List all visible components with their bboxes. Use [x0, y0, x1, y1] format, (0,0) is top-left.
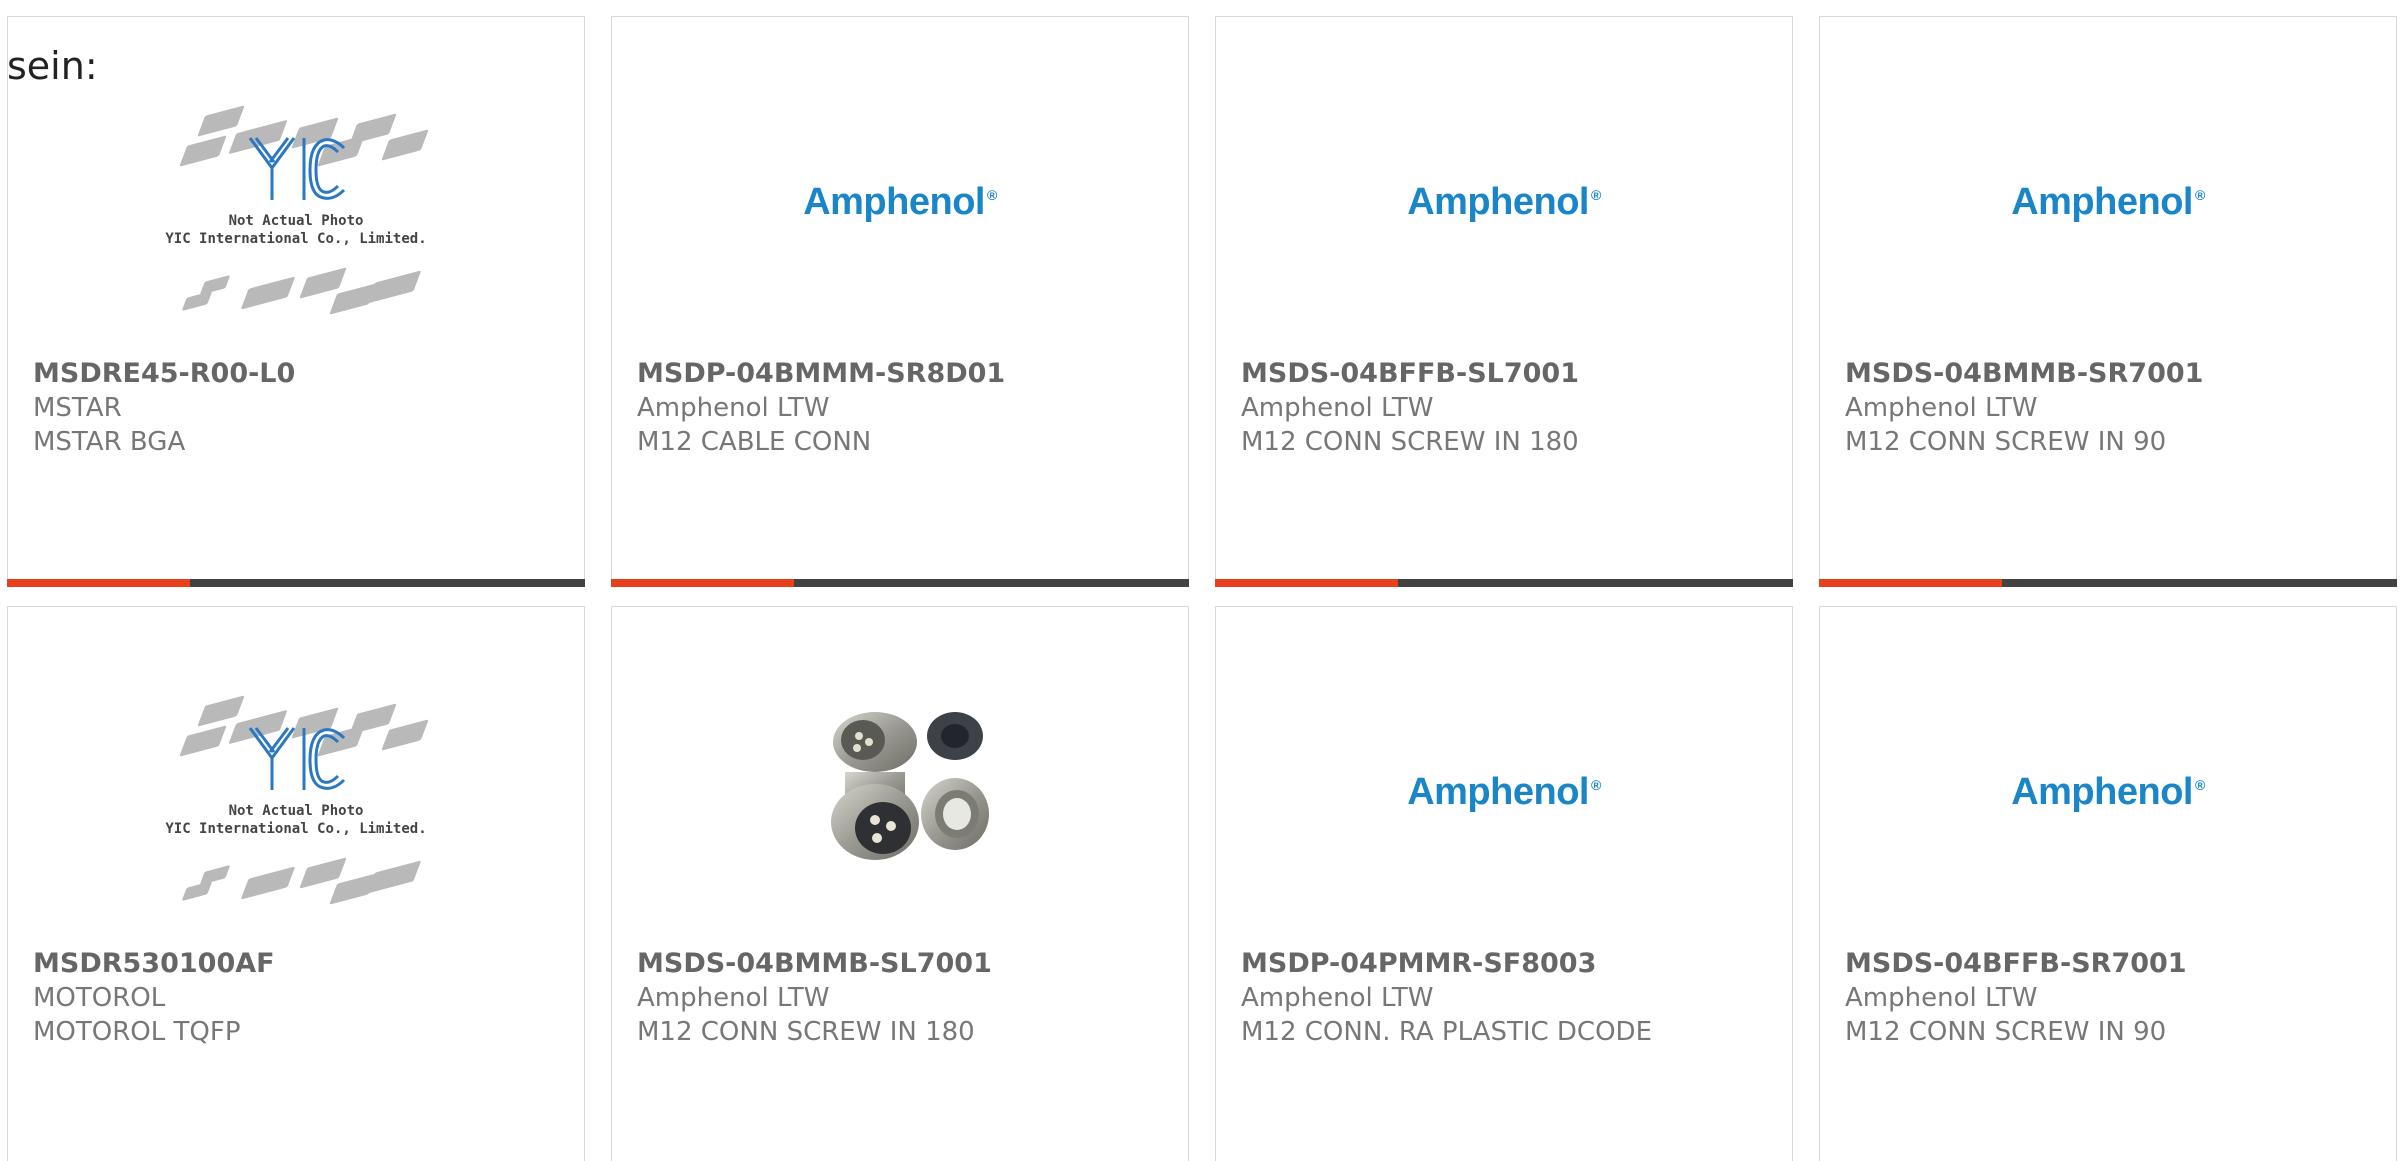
connector-photo	[831, 712, 989, 860]
intro-text: sein:	[7, 44, 98, 88]
part-number[interactable]: MSDS-04BMMB-SR7001	[1845, 357, 2376, 391]
product-image[interactable]: Not Actual Photo YIC International Co., …	[8, 47, 584, 357]
manufacturer: MSTAR	[33, 393, 122, 423]
yic-caption-line1: Not Actual Photo	[228, 803, 364, 819]
manufacturer: Amphenol LTW	[1845, 983, 2038, 1013]
product-image[interactable]: Amphenol ®	[1216, 637, 1792, 947]
product-image[interactable]: Not Actual Photo YIC International Co., …	[8, 637, 584, 947]
product-card[interactable]: Amphenol ® MSDP-04PMMR-SF8003 Amphenol LT…	[1215, 606, 1793, 1161]
product-image[interactable]: Amphenol ®	[1820, 47, 2396, 357]
yic-caption-line2: YIC International Co., Limited.	[165, 231, 427, 247]
description: M12 CONN. RA PLASTIC DCODE	[1241, 1017, 1652, 1047]
card-footer-bar	[611, 579, 1189, 587]
part-number[interactable]: MSDP-04PMMR-SF8003	[1241, 947, 1772, 981]
part-number[interactable]: MSDS-04BMMB-SL7001	[637, 947, 1168, 981]
card-footer-bar	[1819, 579, 2397, 587]
manufacturer: MOTOROL	[33, 983, 166, 1013]
amphenol-logo: Amphenol ®	[1407, 770, 1601, 813]
card-footer-bar	[1215, 579, 1793, 587]
description: MOTOROL TQFP	[33, 1017, 241, 1047]
description: M12 CONN SCREW IN 90	[1845, 1017, 2167, 1047]
description: MSTAR BGA	[33, 427, 186, 457]
description: M12 CONN SCREW IN 90	[1845, 427, 2167, 457]
part-number[interactable]: MSDR530100AF	[33, 947, 564, 981]
product-card[interactable]: Amphenol ® MSDP-04BMMM-SR8D01 Amphenol LT…	[611, 16, 1189, 587]
amphenol-logo: Amphenol ®	[803, 180, 997, 223]
manufacturer: Amphenol LTW	[637, 393, 830, 423]
product-image[interactable]: Amphenol ®	[612, 47, 1188, 357]
product-card[interactable]: Amphenol ® MSDS-04BFFB-SL7001 Amphenol LT…	[1215, 16, 1793, 587]
amphenol-logo: Amphenol ®	[2011, 180, 2205, 223]
yic-logo-icon	[248, 727, 346, 790]
description: M12 CABLE CONN	[637, 427, 872, 457]
product-card[interactable]: Amphenol ® MSDS-04BFFB-SR7001 Amphenol LT…	[1819, 606, 2397, 1161]
yic-logo-icon	[248, 137, 346, 200]
manufacturer: Amphenol LTW	[637, 983, 830, 1013]
product-card[interactable]: MSDS-04BMMB-SL7001 Amphenol LTW M12 CONN…	[611, 606, 1189, 1161]
product-image[interactable]: Amphenol ®	[1820, 637, 2396, 947]
amphenol-logo: Amphenol ®	[2011, 770, 2205, 813]
yic-placeholder-image: Not Actual Photo YIC International Co., …	[156, 82, 436, 322]
product-grid: Not Actual Photo YIC International Co., …	[0, 0, 2400, 1161]
manufacturer: Amphenol LTW	[1845, 393, 2038, 423]
manufacturer: Amphenol LTW	[1241, 983, 1434, 1013]
product-card[interactable]: Amphenol ® MSDS-04BMMB-SR7001 Amphenol LT…	[1819, 16, 2397, 587]
description: M12 CONN SCREW IN 180	[1241, 427, 1579, 457]
manufacturer: Amphenol LTW	[1241, 393, 1434, 423]
part-number[interactable]: MSDS-04BFFB-SR7001	[1845, 947, 2376, 981]
product-image[interactable]	[612, 637, 1188, 947]
product-card[interactable]: Not Actual Photo YIC International Co., …	[7, 16, 585, 587]
part-number[interactable]: MSDS-04BFFB-SL7001	[1241, 357, 1772, 391]
product-image[interactable]: Amphenol ®	[1216, 47, 1792, 357]
description: M12 CONN SCREW IN 180	[637, 1017, 975, 1047]
card-footer-bar	[7, 579, 585, 587]
amphenol-logo: Amphenol ®	[1407, 180, 1601, 223]
yic-placeholder-image: Not Actual Photo YIC International Co., …	[156, 672, 436, 912]
part-number[interactable]: MSDP-04BMMM-SR8D01	[637, 357, 1168, 391]
yic-caption-line1: Not Actual Photo	[228, 213, 364, 229]
product-card[interactable]: Not Actual Photo YIC International Co., …	[7, 606, 585, 1161]
yic-caption-line2: YIC International Co., Limited.	[165, 821, 427, 837]
part-number[interactable]: MSDRE45-R00-L0	[33, 357, 564, 391]
